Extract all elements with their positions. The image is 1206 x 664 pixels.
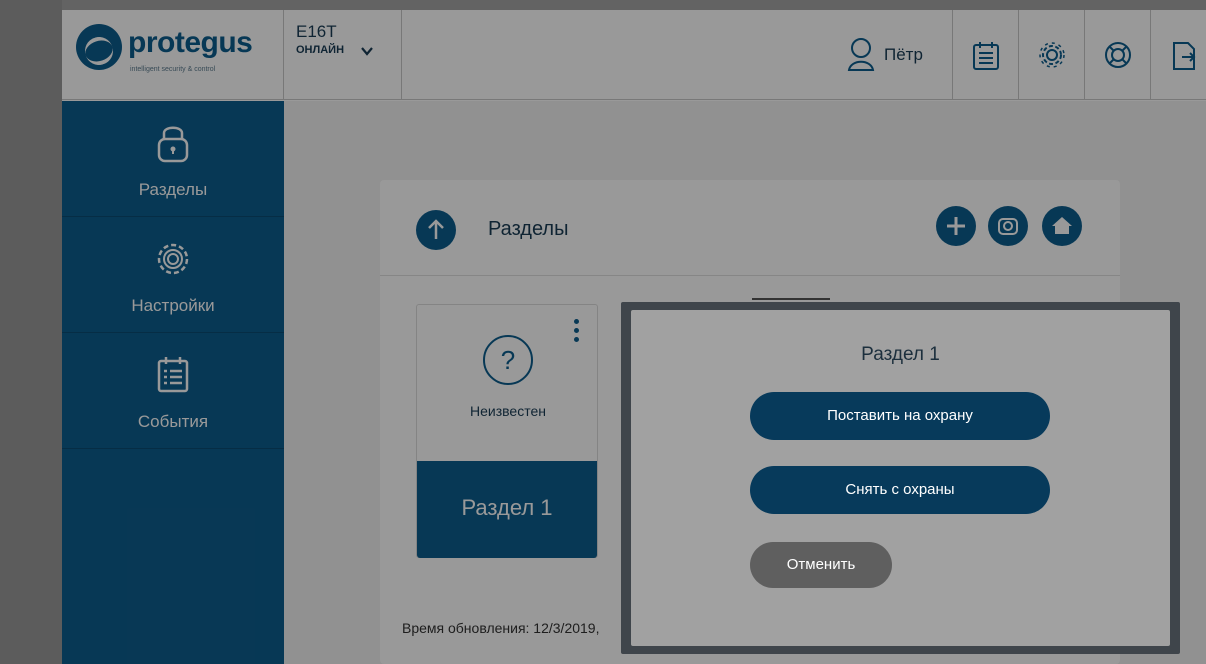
section-action-dialog: Раздел 1 Поставить на охрану Снять с охр… xyxy=(631,310,1170,646)
disarm-button[interactable]: Снять с охраны xyxy=(750,466,1050,514)
cancel-button[interactable]: Отменить xyxy=(750,542,892,588)
arm-button[interactable]: Поставить на охрану xyxy=(750,392,1050,440)
dialog-title: Раздел 1 xyxy=(861,344,940,365)
